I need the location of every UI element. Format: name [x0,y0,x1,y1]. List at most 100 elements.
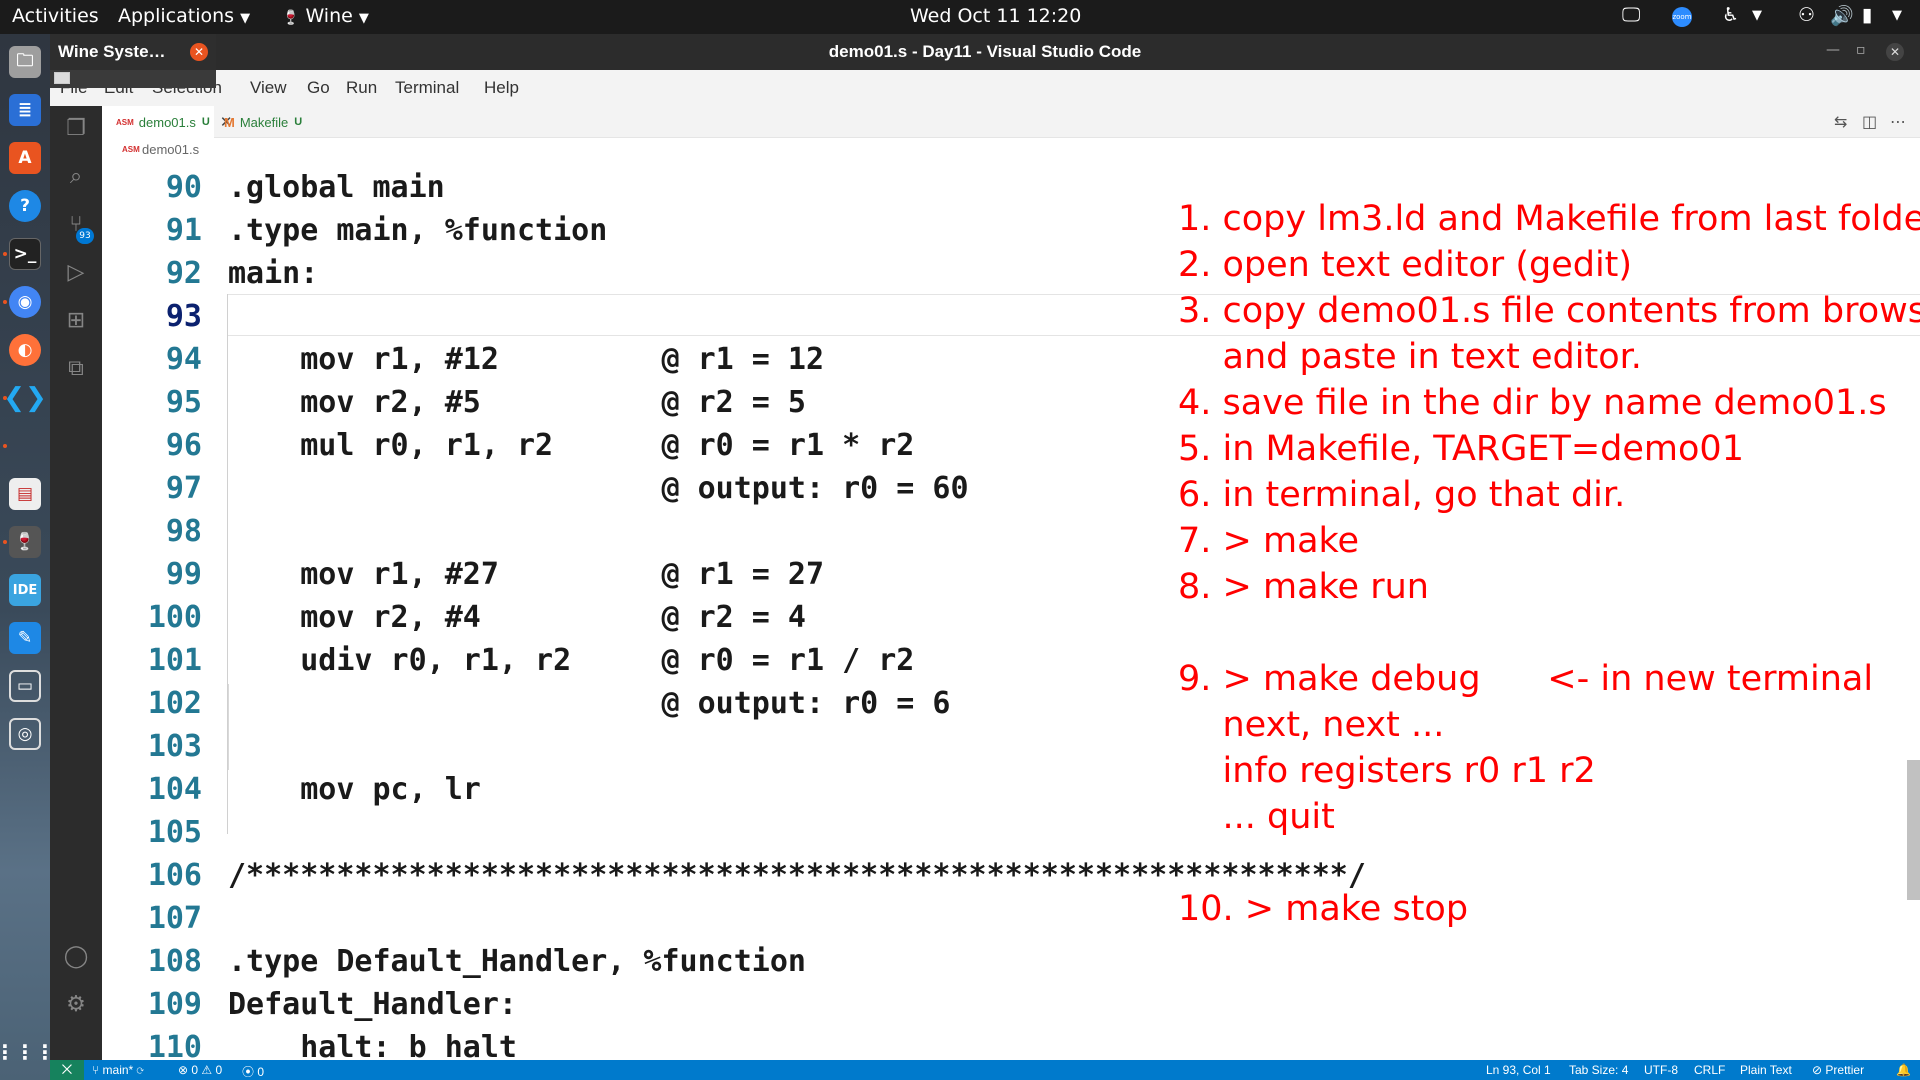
tab-size[interactable]: Tab Size: 4 [1569,1063,1628,1077]
close-icon[interactable]: ✕ [190,43,208,61]
editor-scrollbar[interactable] [1907,760,1920,900]
open-changes-icon[interactable]: ⇆ [1834,112,1847,131]
wine-system-tray-popup[interactable]: Wine Syste… ✕ [50,34,216,88]
ports-indicator[interactable]: ⦿ 0 [242,1063,264,1080]
untracked-badge: U [201,116,210,128]
line-number: 102 [147,686,202,721]
instruction-step-7: 7. > make [1178,521,1360,561]
minimize-icon[interactable]: — [1826,42,1840,58]
git-branch[interactable]: ⑂ main* ⟳ [92,1063,144,1077]
line-number: 95 [165,385,202,420]
help-icon[interactable]: ? [9,190,41,222]
notifications-icon[interactable]: 🔔 [1896,1063,1911,1077]
tab-demo01-s[interactable]: ASM demo01.s U ✕ [102,106,232,138]
instruction-step-9-next: next, next ... [1178,705,1445,745]
explorer-icon[interactable]: ❐ [63,116,89,142]
breadcrumb-file[interactable]: demo01.s [142,142,199,157]
code-text: mov r2, #4 @ r2 = 4 [228,600,806,635]
remote-indicator-icon[interactable]: ⨉ [50,1060,84,1080]
window-thumbnail-icon[interactable] [54,72,70,84]
menu-terminal[interactable]: Terminal [395,78,459,98]
volume-icon[interactable]: 🔊 [1830,4,1854,27]
line-number: 100 [147,600,202,635]
files-icon[interactable]: 🗀 [9,46,41,78]
untracked-badge: U [294,116,303,128]
screenshot-icon[interactable]: ◎ [9,718,41,750]
writer-icon[interactable]: ≣ [9,94,41,126]
line-number: 106 [147,858,202,893]
line-number: 91 [165,213,202,248]
line-number: 101 [147,643,202,678]
window-titlebar: demo01.s - Day11 - Visual Studio Code — … [50,34,1920,70]
chevron-down-icon[interactable]: ▼ [1892,8,1902,23]
code-editor[interactable]: 90 .global main 91 .type main, %function 9… [102,164,1920,1060]
show-apps-icon[interactable]: ⋮⋮⋮ [0,1036,55,1068]
maximize-icon[interactable]: ▫ [1856,42,1866,58]
instruction-step-2: 2. open text editor (gedit) [1178,245,1633,285]
wine-popup-header: Wine Syste… ✕ [50,34,216,70]
instruction-step-4: 4. save file in the dir by name demo01.s [1178,383,1887,423]
line-number: 92 [165,256,202,291]
app-center-icon[interactable]: A [9,142,41,174]
applications-menu[interactable]: Applications ▼ [118,5,250,27]
branch-name: main* [102,1063,134,1077]
run-debug-icon[interactable]: ▷ [63,260,89,286]
more-actions-icon[interactable]: ⋯ [1890,112,1906,131]
tab-makefile[interactable]: M Makefile U [214,106,324,138]
branch-icon: ⑂ [92,1063,103,1077]
line-number: 97 [165,471,202,506]
window-title: demo01.s - Day11 - Visual Studio Code [828,42,1142,61]
text-editor-icon[interactable]: ✎ [9,622,41,654]
instruction-step-3-cont: and paste in text editor. [1178,337,1642,377]
extensions-icon[interactable]: ⊞ [63,308,89,334]
close-icon[interactable]: ✕ [1886,43,1904,61]
screen-icon[interactable]: ▭ [9,670,41,702]
wine-menu[interactable]: 🍷 Wine ▼ [282,5,369,27]
accessibility-icon[interactable]: ♿ [1722,4,1739,26]
problems-indicator[interactable]: ⊗ 0 ⚠ 0 [178,1063,222,1077]
instruction-step-9: 9. > make debug <- in new terminal [1178,659,1874,699]
running-indicator [3,444,7,448]
cursor-position[interactable]: Ln 93, Col 1 [1486,1063,1551,1077]
remote-explorer-icon[interactable]: ⧉ [63,356,89,382]
clock[interactable]: Wed Oct 11 12:20 [910,5,1081,27]
line-number: 108 [147,944,202,979]
menu-run[interactable]: Run [346,78,377,98]
menu-go[interactable]: Go [307,78,330,98]
breadcrumb: ASM demo01.s [102,138,1920,164]
chrome-icon[interactable]: ◉ [9,286,41,318]
instruction-step-9-quit: ... quit [1178,797,1335,837]
prettier-status[interactable]: ⊘ Prettier [1812,1063,1864,1077]
vscode-icon[interactable]: ❮❯ [3,382,47,414]
wine-icon[interactable]: 🍷 [9,526,41,558]
line-number: 107 [147,901,202,936]
network-icon[interactable]: ⚇ [1798,4,1815,26]
code-text: mul r0, r1, r2 @ r0 = r1 * r2 [228,428,915,463]
line-number: 110 [147,1030,202,1060]
gear-icon[interactable]: ⚙ [63,992,89,1018]
instruction-step-3: 3. copy demo01.s file contents from brow… [1178,291,1920,331]
battery-icon[interactable]: ▮ [1862,4,1872,26]
terminal-icon[interactable]: >_ [9,238,41,270]
chevron-down-icon: ▼ [240,11,251,26]
running-indicator [3,252,7,256]
chevron-down-icon[interactable]: ▼ [1752,8,1762,23]
menu-view[interactable]: View [250,78,287,98]
drive-icon[interactable]: ▤ [9,478,41,510]
zoom-icon[interactable]: zoom [1672,7,1692,27]
encoding[interactable]: UTF-8 [1644,1063,1678,1077]
code-text: Default_Handler: [228,987,517,1022]
menu-help[interactable]: Help [484,78,519,98]
accounts-icon[interactable]: ◯ [63,944,89,970]
activities-button[interactable]: Activities [12,5,99,27]
split-editor-icon[interactable]: ◫ [1862,112,1877,131]
firefox-icon[interactable]: ◐ [9,334,41,366]
code-text: .type Default_Handler, %function [228,944,806,979]
screen-icon[interactable]: 🖵 [1622,4,1640,26]
ide-icon[interactable]: IDE [9,574,41,606]
end-of-line[interactable]: CRLF [1694,1063,1725,1077]
language-mode[interactable]: Plain Text [1740,1063,1792,1077]
search-icon[interactable]: ⌕ [63,164,89,190]
line-number: 99 [165,557,202,592]
code-text: .type main, %function [228,213,608,248]
